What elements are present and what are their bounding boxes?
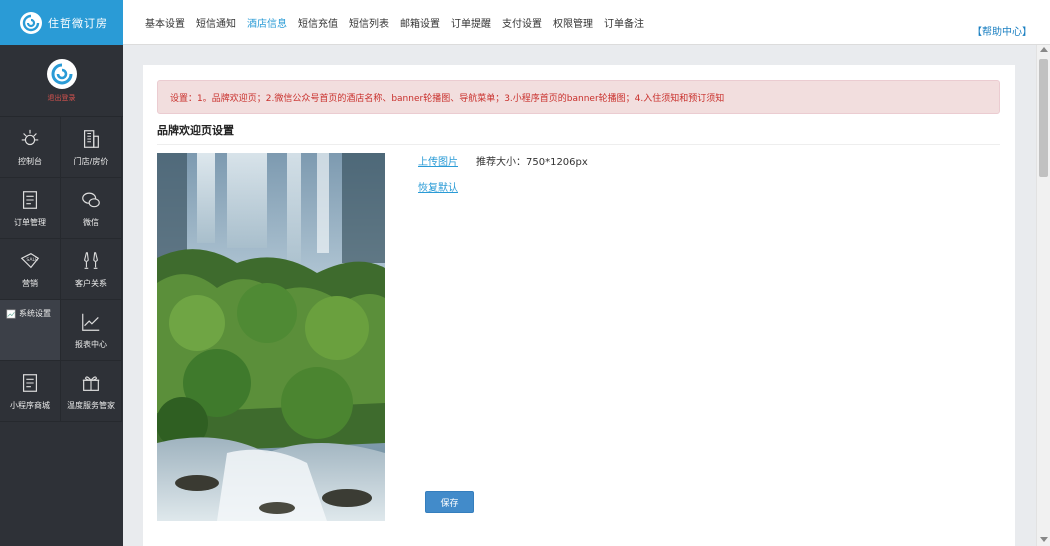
gift-icon: [82, 375, 100, 391]
main-panel: 设置：1。品牌欢迎页；2.微信公众号首页的酒店名称、banner轮播图、导航菜单…: [143, 65, 1015, 546]
scroll-up-arrow-icon[interactable]: [1040, 47, 1048, 52]
sidebar-item-label: 订单管理: [14, 217, 46, 227]
sidebar-item-label: 系统设置: [19, 309, 51, 318]
sidebar-item-miniprogram[interactable]: 小程序商城: [0, 361, 61, 422]
tab-permissions[interactable]: 权限管理: [553, 15, 593, 30]
divider: [157, 144, 1000, 145]
help-center-link[interactable]: 【帮助中心】: [972, 23, 1032, 38]
sidebar-item-wechat[interactable]: 微信: [61, 178, 122, 239]
sidebar-item-dashboard[interactable]: 控制台: [0, 117, 61, 178]
document-icon: [22, 373, 38, 392]
tab-sms-list[interactable]: 短信列表: [349, 15, 389, 30]
document-icon: [22, 190, 38, 209]
sidebar-menu: 控制台 门店/房价 订单管理 微信 SALE 营销 客户关系 系统设置 报表中心…: [0, 117, 123, 422]
scroll-down-arrow-icon[interactable]: [1040, 537, 1048, 542]
profile: 退出登录: [0, 45, 123, 117]
broken-image-icon: [6, 309, 16, 318]
sidebar-item-crm[interactable]: 客户关系: [61, 239, 122, 300]
tab-payment-settings[interactable]: 支付设置: [502, 15, 542, 30]
building-icon: [83, 129, 99, 148]
brand-logo-icon: [20, 11, 42, 34]
logout-link[interactable]: 退出登录: [48, 93, 76, 103]
svg-text:SALE: SALE: [26, 257, 38, 263]
dashboard-icon: [21, 129, 39, 145]
top-nav: 基本设置 短信通知 酒店信息 短信充值 短信列表 邮箱设置 订单提醒 支付设置 …: [123, 0, 1050, 45]
app-window: 住哲微订房 退出登录 控制台 门店/房价 订单管理 微信 SALE 营销 客户关…: [0, 0, 1050, 546]
upload-image-link[interactable]: 上传图片: [418, 153, 458, 168]
scrollbar-thumb[interactable]: [1039, 59, 1048, 177]
sidebar-item-label: 客户关系: [75, 278, 107, 288]
sidebar-item-label: 微信: [83, 217, 99, 227]
tab-basic-settings[interactable]: 基本设置: [145, 15, 185, 30]
avatar[interactable]: [46, 58, 77, 89]
sidebar: 住哲微订房 退出登录 控制台 门店/房价 订单管理 微信 SALE 营销 客户关…: [0, 0, 123, 546]
section-title: 品牌欢迎页设置: [157, 124, 234, 137]
sidebar-item-marketing[interactable]: SALE 营销: [0, 239, 61, 300]
chart-icon: [82, 313, 100, 331]
sidebar-item-label: 温度服务管家: [67, 400, 115, 410]
sidebar-item-orders[interactable]: 订单管理: [0, 178, 61, 239]
brand-logo[interactable]: 住哲微订房: [0, 0, 123, 45]
glasses-icon: [83, 251, 99, 269]
sidebar-item-label: 小程序商城: [10, 400, 50, 410]
sidebar-item-label: 门店/房价: [73, 156, 109, 166]
tab-order-notes[interactable]: 订单备注: [604, 15, 644, 30]
welcome-image-preview: [157, 153, 385, 521]
tab-email-settings[interactable]: 邮箱设置: [400, 15, 440, 30]
tab-sms-recharge[interactable]: 短信充值: [298, 15, 338, 30]
sidebar-item-label: 控制台: [18, 156, 42, 166]
settings-notice: 设置：1。品牌欢迎页；2.微信公众号首页的酒店名称、banner轮播图、导航菜单…: [157, 80, 1000, 114]
restore-default-link[interactable]: 恢复默认: [418, 179, 458, 194]
wechat-icon: [82, 192, 100, 207]
sidebar-item-reports[interactable]: 报表中心: [61, 300, 122, 361]
tab-order-reminder[interactable]: 订单提醒: [451, 15, 491, 30]
tab-hotel-info[interactable]: 酒店信息: [247, 15, 287, 30]
tab-sms-notify[interactable]: 短信通知: [196, 15, 236, 30]
sidebar-item-butler[interactable]: 温度服务管家: [61, 361, 122, 422]
vertical-scrollbar[interactable]: [1036, 45, 1050, 546]
sidebar-item-settings[interactable]: 系统设置: [0, 300, 61, 361]
recommended-size-hint: 推荐大小：750*1206px: [476, 157, 588, 168]
sidebar-item-label: 营销: [22, 278, 38, 288]
sale-tag-icon: SALE: [20, 252, 40, 268]
sidebar-item-stores[interactable]: 门店/房价: [61, 117, 122, 178]
save-button[interactable]: 保存: [425, 491, 474, 513]
sidebar-item-label: 报表中心: [75, 339, 107, 349]
brand-name: 住哲微订房: [48, 16, 108, 30]
